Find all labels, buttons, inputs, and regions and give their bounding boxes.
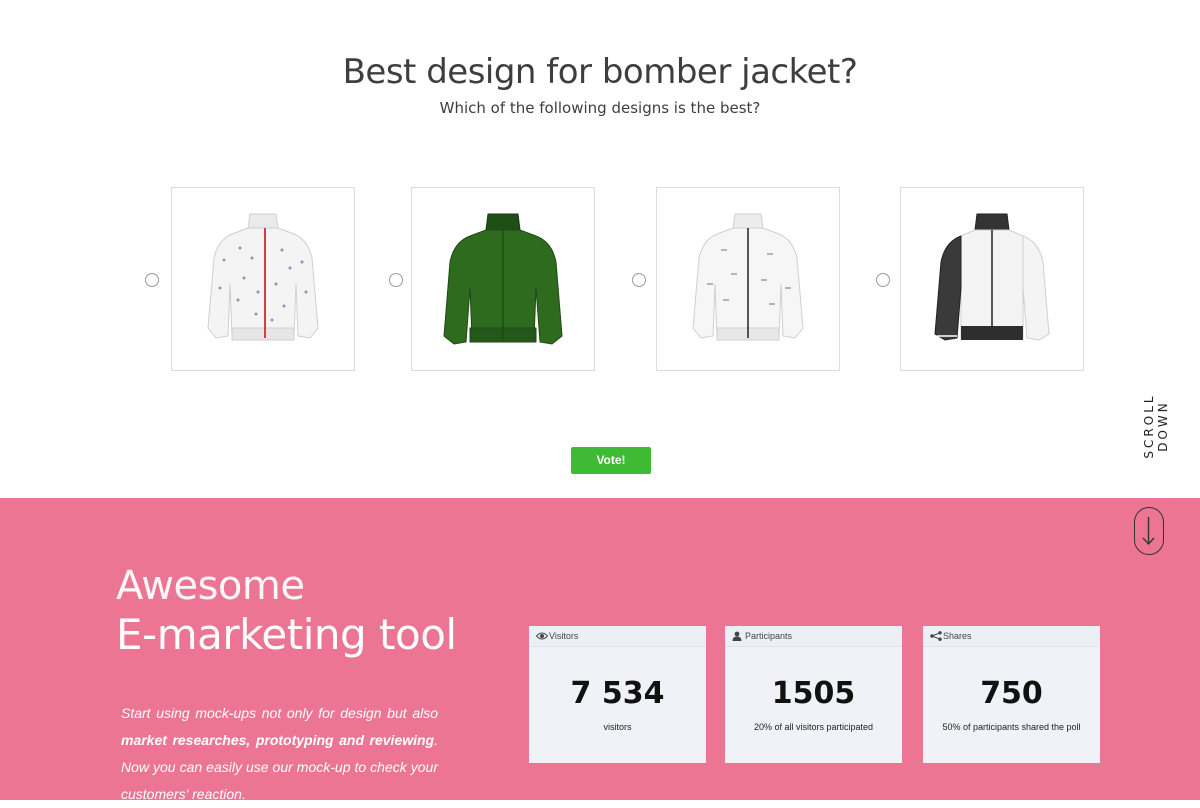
jacket-image <box>207 213 319 341</box>
stat-header: Shares <box>923 626 1100 647</box>
stat-header: Participants <box>725 626 902 647</box>
stat-value: 7 534 <box>570 676 665 711</box>
jacket-image <box>692 213 804 341</box>
option-2-radio[interactable] <box>389 273 403 287</box>
vote-button[interactable]: Vote! <box>571 447 651 474</box>
jacket-image <box>934 213 1050 341</box>
promo-paragraph-text: Start using mock-ups not only for design… <box>121 705 438 721</box>
stat-label: Visitors <box>549 631 579 641</box>
option-4-card[interactable] <box>900 187 1084 371</box>
stat-value: 750 <box>980 676 1043 711</box>
stat-card-shares: Shares 750 50% of participants shared th… <box>923 626 1100 763</box>
stat-header: Visitors <box>529 626 706 647</box>
stat-label: Shares <box>943 631 972 641</box>
scroll-down-button[interactable] <box>1134 507 1164 555</box>
eye-icon <box>536 632 548 640</box>
stat-caption: 20% of all visitors participated <box>753 722 874 732</box>
jacket-image <box>443 213 563 345</box>
promo-paragraph: Start using mock-ups not only for design… <box>121 700 438 808</box>
promo-heading-line2: E-marketing tool <box>116 610 457 659</box>
poll-title: Best design for bomber jacket? <box>342 52 858 92</box>
promo-paragraph-bold: market researches, prototyping and revie… <box>121 732 435 748</box>
stat-caption: 50% of participants shared the poll <box>942 722 1081 732</box>
option-4-radio[interactable] <box>876 273 890 287</box>
poll-section: Best design for bomber jacket? Which of … <box>0 0 1200 498</box>
option-3-card[interactable] <box>656 187 840 371</box>
stat-caption: visitors <box>603 722 632 732</box>
stat-value: 1505 <box>771 676 856 711</box>
scroll-down-label: SCROLL DOWN <box>1142 393 1170 459</box>
poll-subtitle: Which of the following designs is the be… <box>439 99 761 117</box>
option-2-card[interactable] <box>411 187 595 371</box>
option-1-card[interactable] <box>171 187 355 371</box>
arrow-down-icon <box>1142 517 1155 546</box>
stat-card-participants: Participants 1505 20% of all visitors pa… <box>725 626 902 763</box>
stat-label: Participants <box>745 631 793 641</box>
promo-heading-line1: Awesome <box>116 563 305 609</box>
option-1-radio[interactable] <box>145 273 159 287</box>
option-3-radio[interactable] <box>632 273 646 287</box>
share-icon <box>930 631 942 641</box>
user-icon <box>732 631 742 641</box>
stat-card-visitors: Visitors 7 534 visitors <box>529 626 706 763</box>
